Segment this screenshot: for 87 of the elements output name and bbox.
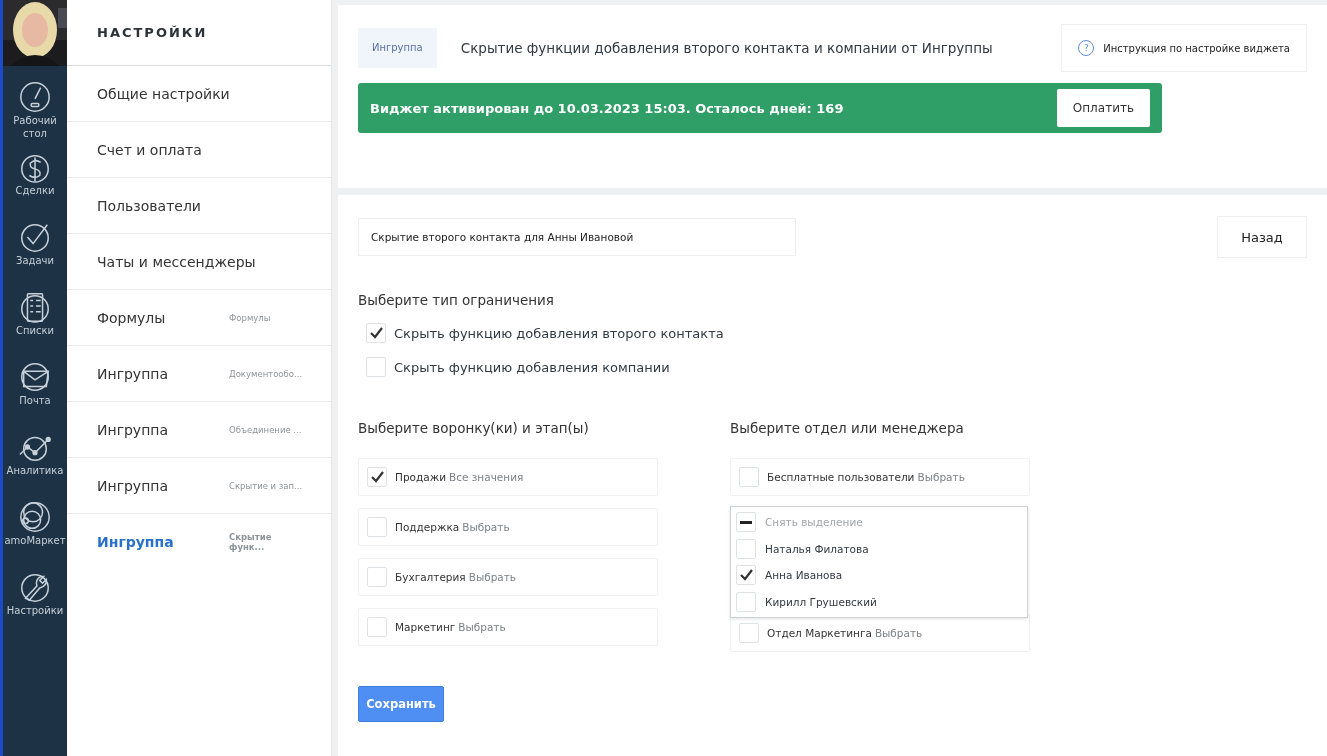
nav-label: Настройки xyxy=(5,604,65,617)
option-label: Скрыть функцию добавления второго контакта xyxy=(394,325,724,341)
dropdown-label: Анна Иванова xyxy=(765,569,843,582)
select-link[interactable]: Выбрать xyxy=(462,521,510,533)
nav-label: amoМаркет xyxy=(4,534,66,547)
sidebar-item-note: Формулы xyxy=(229,312,272,323)
checkbox[interactable] xyxy=(739,623,759,643)
nav-label: Аналитика xyxy=(5,464,65,477)
funnel-name: Маркетинг xyxy=(395,621,456,633)
gauge-icon xyxy=(18,80,52,114)
vendor-badge: Ингруппа xyxy=(358,28,437,68)
help-link-label: Инструкция по настройке виджета xyxy=(1103,42,1290,54)
checkbox[interactable] xyxy=(367,567,387,587)
department-row[interactable]: Бесплатные пользователи Выбрать xyxy=(730,458,1030,496)
nav-item[interactable]: amoМаркет xyxy=(4,500,66,570)
dropdown-label: Кирилл Грушевский xyxy=(765,595,877,608)
dropdown-item[interactable]: Наталья Филатова xyxy=(731,535,1027,562)
dropdown-item[interactable]: Анна Иванова xyxy=(731,562,1027,589)
nav-item[interactable]: Настройки xyxy=(4,570,66,640)
nav-item[interactable]: Задачи xyxy=(4,220,66,290)
checkbox-option[interactable]: Скрыть функцию добавления компании xyxy=(366,350,1307,384)
funnel-name: Бухгалтерия xyxy=(395,571,466,583)
sidebar-title: НАСТРОЙКИ xyxy=(67,0,331,66)
sidebar-item[interactable]: Чаты и мессенджеры xyxy=(67,234,331,290)
funnel-name: Продажи xyxy=(395,471,446,483)
widget-title: Скрытие функции добавления второго контакта и компании от Ингруппы xyxy=(460,40,994,56)
sidebar-item-note: Скрытие и зап... xyxy=(229,480,304,491)
department-name: Бесплатные пользователи xyxy=(767,471,915,483)
envelope-icon xyxy=(18,360,52,394)
sidebar-item-note: Объединение ... xyxy=(229,424,303,435)
sidebar-item-note: Скрытие функ... xyxy=(229,531,273,552)
nav-item[interactable]: Почта xyxy=(4,360,66,430)
checkbox[interactable] xyxy=(367,517,387,537)
select-link[interactable]: Все значения xyxy=(448,471,524,483)
funnel-row[interactable]: Маркетинг Выбрать xyxy=(358,608,658,646)
back-button[interactable]: Назад xyxy=(1217,216,1307,258)
nav-label: Списки xyxy=(14,324,56,337)
section-title: Выберите отдел или менеджера xyxy=(730,420,965,436)
dropdown-label: Наталья Филатова xyxy=(765,542,869,555)
department-name: Отдел Маркетинга xyxy=(767,627,872,639)
section-title: Выберите тип ограничения xyxy=(358,292,555,308)
nav-item[interactable]: Списки xyxy=(4,290,66,360)
sidebar-item[interactable]: Ингруппа Объединение ... xyxy=(67,402,331,458)
funnel-row[interactable]: Бухгалтерия Выбрать xyxy=(358,558,658,596)
checkbox[interactable] xyxy=(366,357,386,377)
select-link[interactable]: Выбрать xyxy=(458,621,506,633)
nav-item[interactable]: Рабочий стол xyxy=(4,80,66,150)
funnel-name: Поддержка xyxy=(395,521,460,533)
section-title: Выберите воронку(ки) и этап(ы) xyxy=(358,420,590,436)
list-icon xyxy=(18,290,52,324)
help-link[interactable]: ? Инструкция по настройке виджета xyxy=(1061,24,1307,72)
nav-item[interactable]: Аналитика xyxy=(4,430,66,500)
select-link[interactable]: Выбрать xyxy=(468,571,517,583)
pay-button[interactable]: Оплатить xyxy=(1056,89,1150,127)
select-link[interactable]: Выбрать xyxy=(874,627,923,639)
nav-label: Задачи xyxy=(15,254,55,267)
sidebar-item[interactable]: Ингруппа Скрытие функ... xyxy=(67,514,331,569)
sidebar-item[interactable]: Общие настройки xyxy=(67,66,331,122)
funnel-row[interactable]: Поддержка Выбрать xyxy=(358,508,658,546)
checkbox[interactable] xyxy=(736,565,756,586)
checkbox[interactable] xyxy=(367,617,387,637)
dash-icon xyxy=(740,520,752,524)
nav-label: Сделки xyxy=(14,184,56,197)
sidebar-item[interactable]: Ингруппа Документообо... xyxy=(67,346,331,402)
sidebar-item[interactable]: Пользователи xyxy=(67,178,331,234)
sidebar-item[interactable]: Счет и оплата xyxy=(67,122,331,178)
checkbox[interactable] xyxy=(739,467,759,487)
nav-item[interactable]: Сделки xyxy=(4,150,66,220)
checkbox-option[interactable]: Скрыть функцию добавления второго контакта xyxy=(366,316,1307,350)
select-link[interactable]: Выбрать xyxy=(917,471,965,483)
status-text: Виджет активирован до 10.03.2023 15:03. Осталось дней: 169 xyxy=(370,100,844,116)
deselect-checkbox[interactable] xyxy=(736,512,756,533)
sidebar-item[interactable]: Ингруппа Скрытие и зап... xyxy=(67,458,331,514)
checkbox[interactable] xyxy=(736,538,756,559)
sidebar-item[interactable]: Формулы Формулы xyxy=(67,290,331,346)
nav-label: Рабочий стол xyxy=(12,114,58,140)
checkbox[interactable] xyxy=(736,591,756,612)
dropdown-label: Снять выделение xyxy=(765,516,863,529)
checkbox[interactable] xyxy=(366,323,386,343)
funnel-row[interactable]: Продажи Все значения xyxy=(358,458,658,496)
option-label: Скрыть функцию добавления компании xyxy=(394,359,670,375)
circles-icon xyxy=(18,500,52,534)
dropdown-item[interactable]: Кирилл Грушевский xyxy=(731,588,1027,615)
sidebar-item-note: Документообо... xyxy=(229,368,304,379)
checkbox[interactable] xyxy=(367,467,387,487)
name-field[interactable]: Скрытие второго контакта для Анны Ивановой xyxy=(358,218,796,256)
nav-label: Почта xyxy=(18,394,52,407)
